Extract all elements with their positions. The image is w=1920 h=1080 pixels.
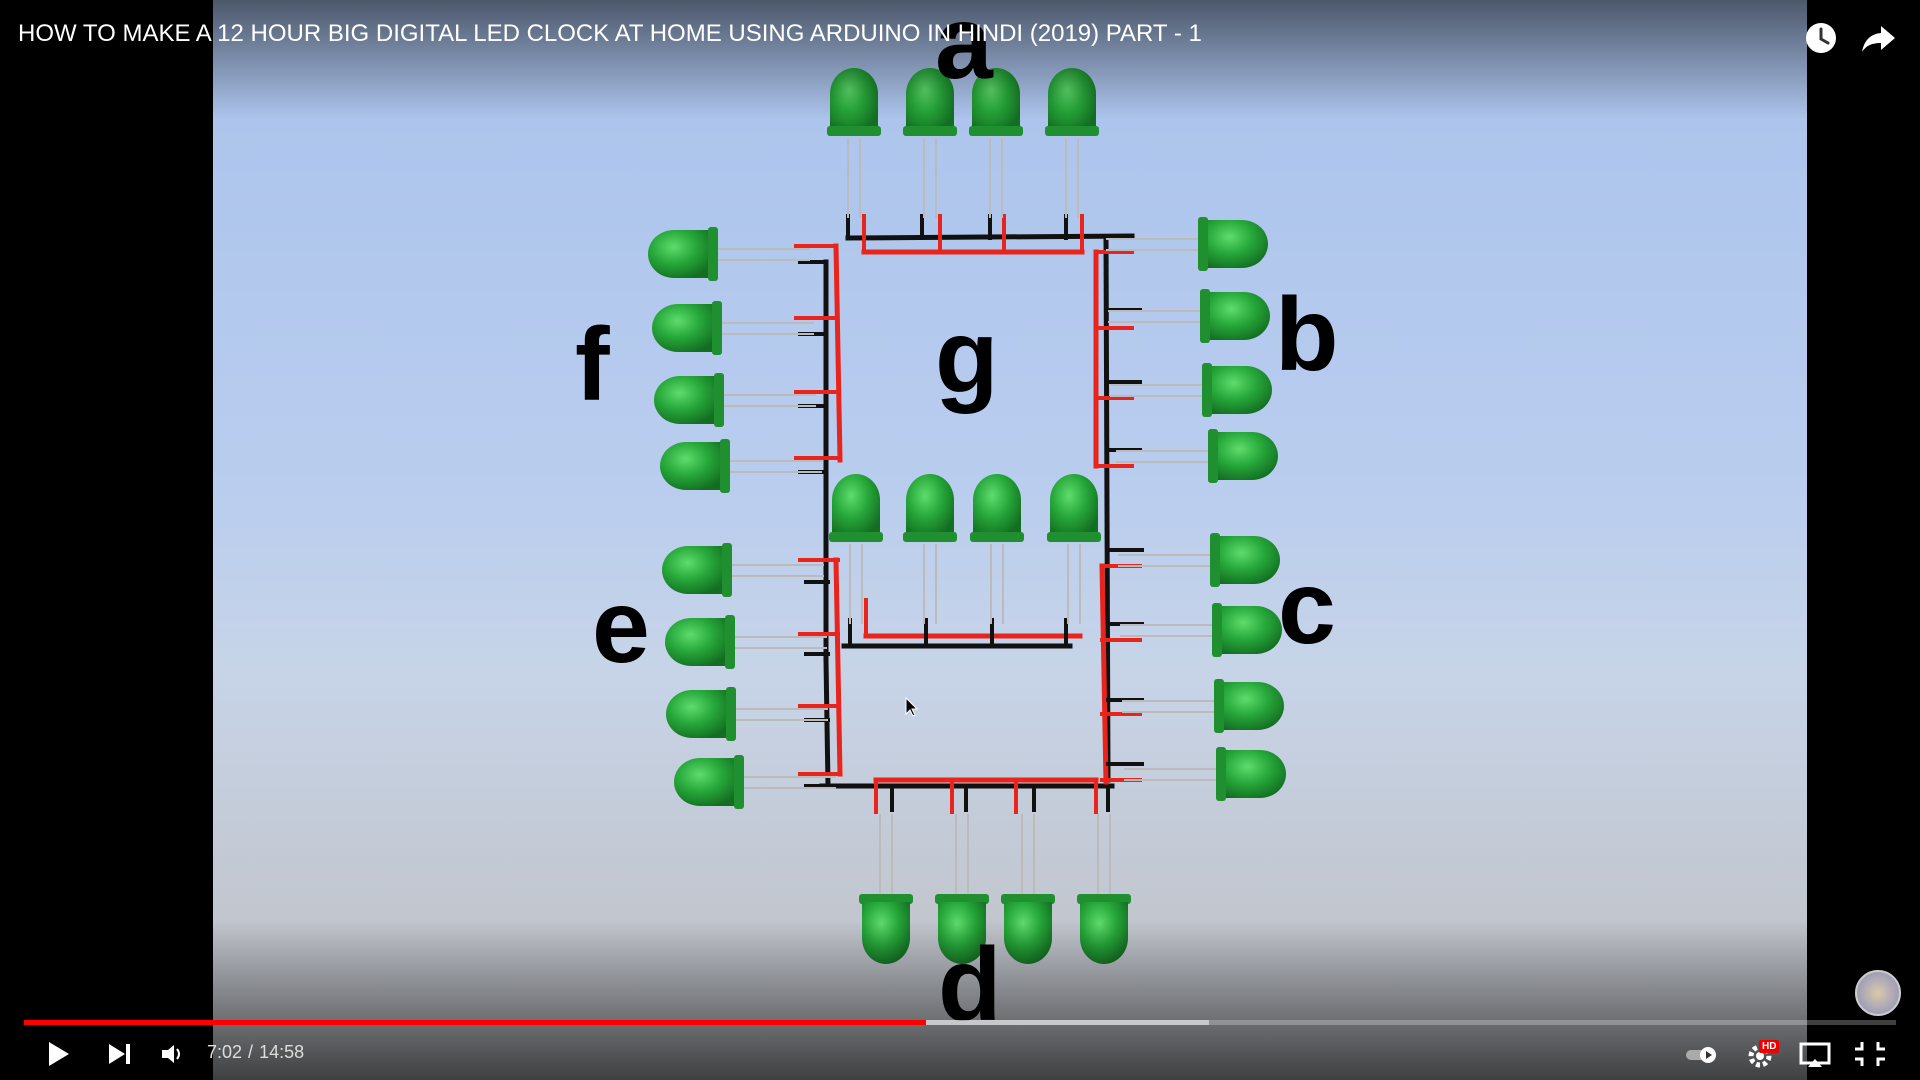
led-c-3: [1124, 747, 1286, 801]
wire-f-red: [833, 243, 843, 463]
autoplay-toggle-icon: [1686, 1047, 1716, 1063]
led-c-1: [1120, 603, 1282, 657]
exit-fullscreen-button[interactable]: [1848, 1036, 1892, 1072]
next-button[interactable]: [98, 1036, 142, 1072]
time-separator: /: [248, 1042, 254, 1062]
share-arrow-icon: [1862, 26, 1895, 52]
volume-icon: [162, 1045, 180, 1063]
progress-bar[interactable]: [24, 1020, 1896, 1025]
segment-label-f: f: [575, 307, 610, 423]
exit-fullscreen-icon: [1855, 1042, 1885, 1066]
led-f-1: [652, 301, 814, 355]
hd-badge: HD: [1759, 1040, 1780, 1053]
wire-e-black: [823, 657, 831, 789]
led-b-1: [1108, 289, 1270, 343]
led-c-0: [1118, 533, 1280, 587]
segment-label-g: g: [935, 299, 999, 415]
led-g-2: [970, 474, 1024, 624]
top-gradient: [0, 0, 1920, 120]
play-button[interactable]: [36, 1036, 80, 1072]
next-icon: [109, 1044, 130, 1064]
led-b-3: [1116, 429, 1278, 483]
led-g-3: [1047, 474, 1101, 624]
led-e-1: [665, 615, 827, 669]
led-f-2: [654, 373, 816, 427]
share-button[interactable]: [1857, 16, 1901, 60]
led-e-2: [666, 687, 828, 741]
led-e-0: [662, 543, 824, 597]
segment-label-e: e: [592, 569, 650, 685]
led-segment-diagram: a b c d e f g: [575, 0, 1339, 1043]
video-title[interactable]: HOW TO MAKE A 12 HOUR BIG DIGITAL LED CL…: [18, 20, 1202, 48]
led-b-0: [1106, 217, 1268, 271]
led-g-1: [903, 474, 957, 624]
airplay-button[interactable]: [1793, 1036, 1837, 1072]
volume-button[interactable]: [150, 1036, 194, 1072]
segment-label-c: c: [1278, 550, 1336, 666]
airplay-icon: [1799, 1042, 1831, 1067]
video-player[interactable]: a b c d e f g HOW TO MAKE A 12 HOUR BIG …: [0, 0, 1920, 1080]
led-f-0: [648, 227, 810, 281]
wire-e-red: [833, 557, 843, 777]
led-c-2: [1122, 679, 1284, 733]
led-b-2: [1110, 363, 1272, 417]
mouse-cursor: [905, 696, 919, 717]
channel-watermark[interactable]: [1855, 970, 1901, 1016]
autoplay-toggle[interactable]: [1678, 1036, 1722, 1072]
led-f-3: [660, 439, 822, 493]
led-e-3: [674, 755, 836, 809]
segment-label-b: b: [1275, 277, 1339, 393]
play-icon: [49, 1042, 69, 1066]
watch-later-button[interactable]: [1799, 16, 1843, 60]
current-time: 7:02: [207, 1042, 243, 1062]
duration: 14:58: [259, 1042, 305, 1062]
progress-played: [24, 1020, 927, 1025]
time-display: 7:02/14:58: [207, 1042, 304, 1063]
clock-icon: [1806, 23, 1836, 53]
